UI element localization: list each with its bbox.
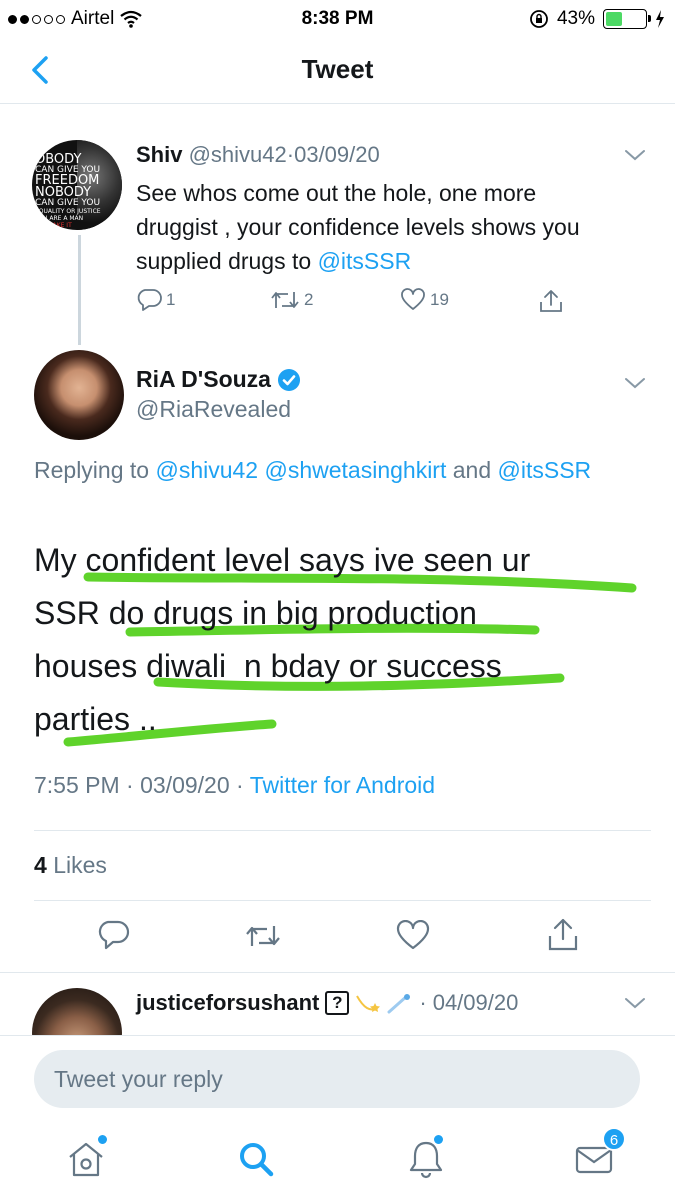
reply-bar: Tweet your reply [0,1035,675,1125]
author-handle[interactable]: @RiaRevealed [136,396,291,423]
thread-connector-line [78,235,81,345]
notifications-new-dot [434,1135,443,1144]
likes-count: 4 [34,852,47,878]
battery-icon [603,9,651,29]
chevron-down-icon[interactable] [624,376,646,390]
reply-count: 1 [166,290,176,309]
home-new-dot [98,1135,107,1144]
tweet-actions [0,915,675,965]
likes-label: Likes [53,852,107,878]
avatar-text: OBODY CAN GIVE YOU FREEDOM NOBODY CAN GI… [35,152,101,229]
messages-badge: 6 [602,1127,626,1151]
nav-bar: Tweet [0,40,675,104]
mention-link[interactable]: @itsSSR [498,457,592,483]
tweet-text: My confident level says ive seen ur SSR … [34,542,531,737]
author-name[interactable]: Shiv [136,142,182,167]
tweet-actions: 1 2 19 [136,288,576,318]
likes-summary[interactable]: 4 Likes [34,852,107,879]
notifications-icon[interactable] [404,1137,448,1181]
battery-percent: 43% [556,8,595,29]
share-button[interactable] [538,288,564,314]
tweet-date: 03/09/20 [140,772,230,798]
author-name-row: RiA D'Souza [136,366,301,393]
tweet-text: See whos come out the hole, one more dru… [136,180,580,274]
emoji-placeholder-box: ? [325,991,350,1015]
tweet-source-link[interactable]: Twitter for Android [250,772,435,798]
author-handle[interactable]: @shivu42 [189,142,287,167]
search-icon[interactable] [234,1137,278,1181]
share-icon[interactable] [546,917,580,953]
divider [34,830,651,831]
chevron-down-icon[interactable] [624,996,646,1010]
tab-bar: 6 [0,1125,675,1200]
page-title: Tweet [301,54,374,84]
mention-link[interactable]: @itsSSR [318,248,412,274]
chevron-down-icon[interactable] [624,148,646,162]
rotation-lock-icon [530,10,548,28]
reply-input[interactable]: Tweet your reply [34,1050,640,1108]
like-button[interactable]: 19 [400,288,449,312]
reply-icon [137,289,162,311]
status-bar: Airtel 8:38 PM 43% [0,0,675,40]
status-right: 43% [529,8,665,30]
author-name[interactable]: RiA D'Souza [136,366,271,393]
retweet-button[interactable]: 2 [270,288,313,312]
separator: · [286,142,295,167]
like-count: 19 [430,290,449,309]
divider [34,900,651,901]
replying-to: Replying to @shivu42 @shwetasinghkirt an… [34,457,592,483]
heart-icon[interactable] [396,920,430,952]
divider [0,972,675,973]
reply-button[interactable]: 1 [136,288,175,312]
retweet-icon[interactable] [244,921,282,951]
charging-bolt-icon [656,10,664,28]
author-name[interactable]: justiceforsushant [136,990,319,1016]
share-icon [540,290,562,312]
reply-icon[interactable] [96,919,130,953]
tweet-header: justiceforsushant ? · 04/09/20 [136,990,519,1016]
tweet-date: 03/09/20 [294,142,380,167]
avatar[interactable]: OBODY CAN GIVE YOU FREEDOM NOBODY CAN GI… [32,140,122,230]
messages-tab[interactable]: 6 [572,1127,626,1181]
dizzy-emoji-icon [356,995,381,1012]
tweet-meta: 7:55 PM · 03/09/20 · Twitter for Android [34,772,436,798]
mention-link[interactable]: @shivu42 [155,457,258,483]
tweet-date: 04/09/20 [432,990,519,1015]
tweet-time: 7:55 PM [34,772,120,798]
verified-badge-icon [277,368,300,391]
heart-icon [401,288,425,310]
mention-link[interactable]: @shwetasinghkirt [264,457,446,483]
avatar[interactable] [34,350,124,440]
comet-emoji-icon [387,994,411,1014]
retweet-icon [271,292,299,308]
tweet-header: Shiv @shivu42·03/09/20 [136,142,380,168]
retweet-count: 2 [304,290,314,309]
